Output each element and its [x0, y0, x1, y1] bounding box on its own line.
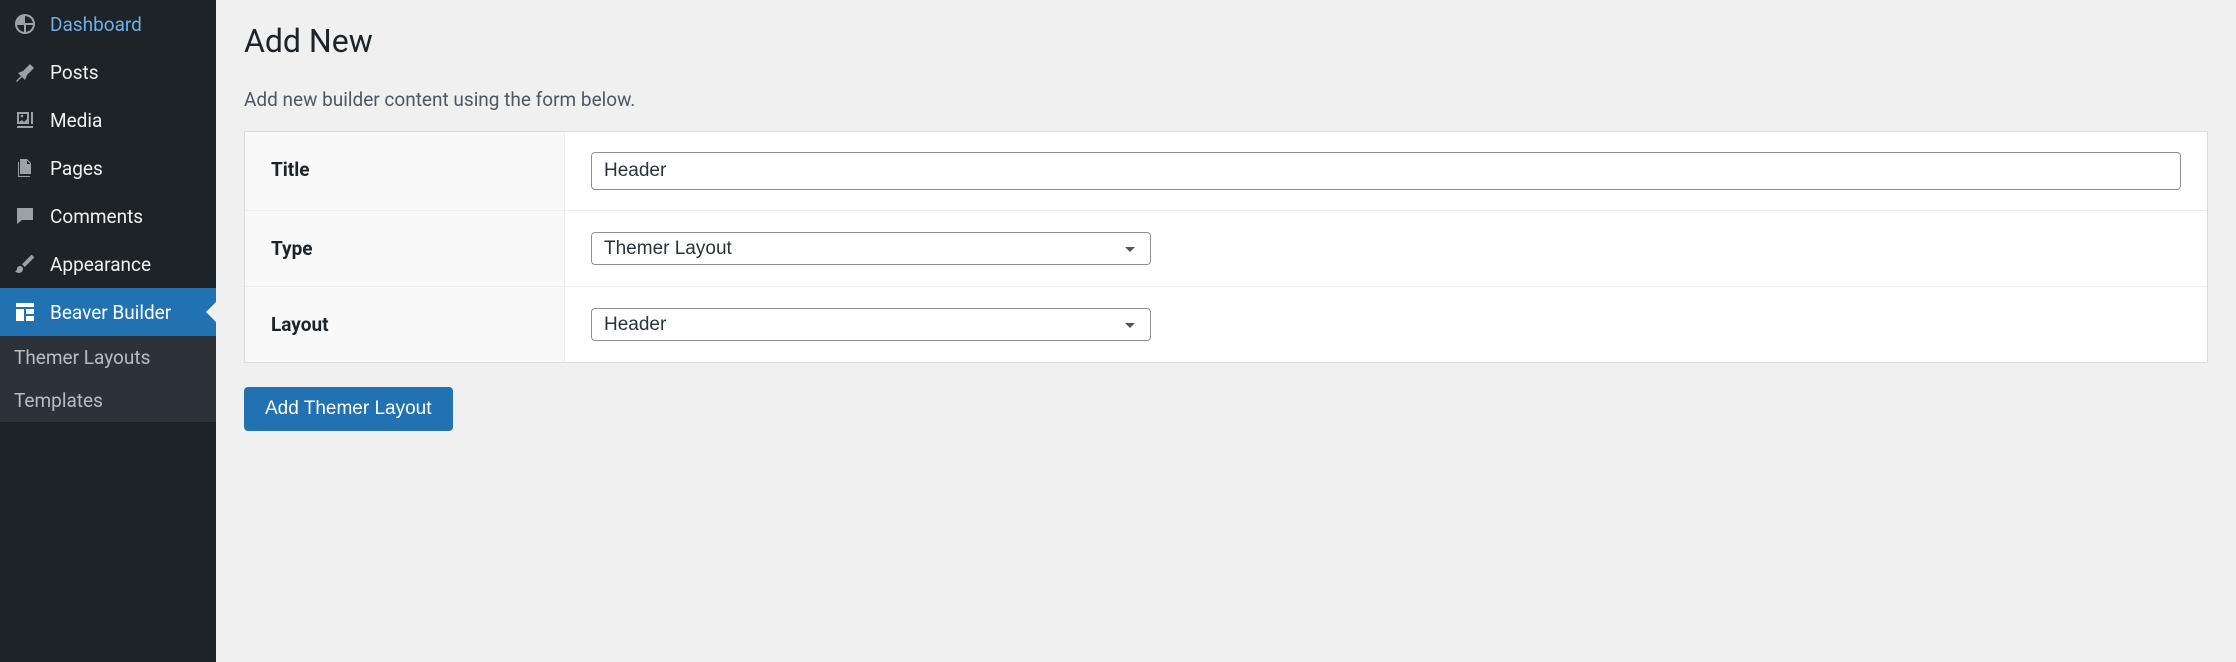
- sidebar-sub-item-themer-layouts[interactable]: Themer Layouts: [0, 336, 216, 379]
- layout-icon: [12, 299, 38, 325]
- form-row-title: Title: [245, 132, 2207, 211]
- page-title: Add New: [244, 22, 2208, 60]
- sidebar-sub-item-label: Templates: [14, 389, 103, 412]
- sidebar-submenu: Themer Layouts Templates: [0, 336, 216, 422]
- admin-sidebar: Dashboard Posts Media Pages: [0, 0, 216, 662]
- sidebar-item-label: Pages: [50, 157, 103, 180]
- title-input[interactable]: [591, 152, 2181, 190]
- comments-icon: [12, 203, 38, 229]
- sidebar-item-posts[interactable]: Posts: [0, 48, 216, 96]
- title-label: Title: [245, 132, 565, 210]
- pushpin-icon: [12, 59, 38, 85]
- brush-icon: [12, 251, 38, 277]
- page-description: Add new builder content using the form b…: [244, 88, 2208, 111]
- type-field-cell: Themer Layout: [565, 211, 2207, 286]
- add-new-form: Title Type Themer Layout Layout Header: [244, 131, 2208, 363]
- layout-field-cell: Header: [565, 287, 2207, 362]
- dashboard-icon: [12, 11, 38, 37]
- pages-icon: [12, 155, 38, 181]
- form-row-type: Type Themer Layout: [245, 211, 2207, 287]
- sidebar-menu: Dashboard Posts Media Pages: [0, 0, 216, 336]
- form-row-layout: Layout Header: [245, 287, 2207, 362]
- sidebar-item-media[interactable]: Media: [0, 96, 216, 144]
- app-layout: Dashboard Posts Media Pages: [0, 0, 2236, 662]
- sidebar-item-label: Media: [50, 109, 102, 132]
- sidebar-item-label: Appearance: [50, 253, 151, 276]
- sidebar-sub-item-label: Themer Layouts: [14, 346, 150, 369]
- sidebar-sub-item-templates[interactable]: Templates: [0, 379, 216, 422]
- sidebar-item-label: Beaver Builder: [50, 301, 171, 324]
- submit-area: Add Themer Layout: [244, 387, 2208, 431]
- sidebar-item-appearance[interactable]: Appearance: [0, 240, 216, 288]
- layout-label: Layout: [245, 287, 565, 362]
- type-label: Type: [245, 211, 565, 286]
- sidebar-item-dashboard[interactable]: Dashboard: [0, 0, 216, 48]
- title-field-cell: [565, 132, 2207, 210]
- layout-select[interactable]: Header: [591, 308, 1151, 341]
- sidebar-item-pages[interactable]: Pages: [0, 144, 216, 192]
- type-select[interactable]: Themer Layout: [591, 232, 1151, 265]
- add-themer-layout-button[interactable]: Add Themer Layout: [244, 387, 453, 431]
- sidebar-item-label: Dashboard: [50, 13, 142, 36]
- main-content: Add New Add new builder content using th…: [216, 0, 2236, 662]
- media-icon: [12, 107, 38, 133]
- sidebar-item-beaver-builder[interactable]: Beaver Builder: [0, 288, 216, 336]
- sidebar-item-comments[interactable]: Comments: [0, 192, 216, 240]
- sidebar-item-label: Comments: [50, 205, 143, 228]
- sidebar-item-label: Posts: [50, 61, 99, 84]
